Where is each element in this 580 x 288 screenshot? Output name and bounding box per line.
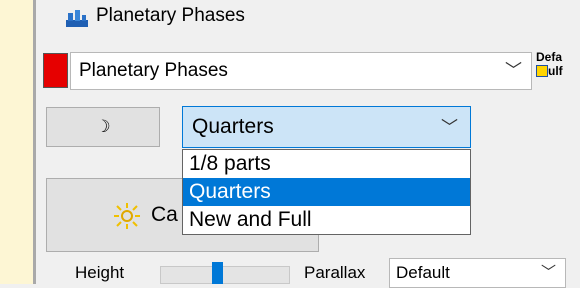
sun-icon xyxy=(114,203,140,229)
panel-divider[interactable] xyxy=(33,0,36,284)
chevron-down-icon: ﹀ xyxy=(441,118,458,137)
default-button-label-2: ulf xyxy=(548,64,563,78)
left-panel-strip xyxy=(0,0,33,284)
parallax-label: Parallax xyxy=(304,263,366,282)
calculate-button-label: Ca xyxy=(151,203,178,226)
phase-option-eighths[interactable]: 1/8 parts xyxy=(183,150,470,178)
default-button[interactable]: Defa ulf xyxy=(534,48,580,88)
phase-option-quarters[interactable]: Quarters xyxy=(183,178,470,206)
window-title: Planetary Phases xyxy=(96,5,245,26)
chevron-down-icon: ﹀ xyxy=(505,61,522,80)
phase-option-new-full[interactable]: New and Full xyxy=(183,206,470,234)
planetary-set-value: Planetary Phases xyxy=(79,60,228,81)
planet-chart-icon xyxy=(66,10,88,27)
phase-select-value: Quarters xyxy=(192,115,274,138)
parallax-select-value: Default xyxy=(396,263,450,282)
height-slider-track[interactable] xyxy=(160,266,290,284)
moon-button[interactable]: ☽ xyxy=(46,107,160,147)
planetary-set-select[interactable]: Planetary Phases ﹀ xyxy=(70,52,532,90)
chevron-down-icon: ﹀ xyxy=(540,264,556,281)
height-label: Height xyxy=(75,263,125,282)
phase-dropdown-list: 1/8 parts Quarters New and Full xyxy=(182,149,471,235)
color-swatch[interactable] xyxy=(43,53,68,88)
default-button-label: Defa xyxy=(536,50,563,64)
moon-icon: ☽ xyxy=(95,117,111,136)
height-slider-thumb[interactable] xyxy=(212,262,223,284)
phase-select[interactable]: Quarters ﹀ xyxy=(182,106,471,148)
shield-icon xyxy=(536,65,548,77)
